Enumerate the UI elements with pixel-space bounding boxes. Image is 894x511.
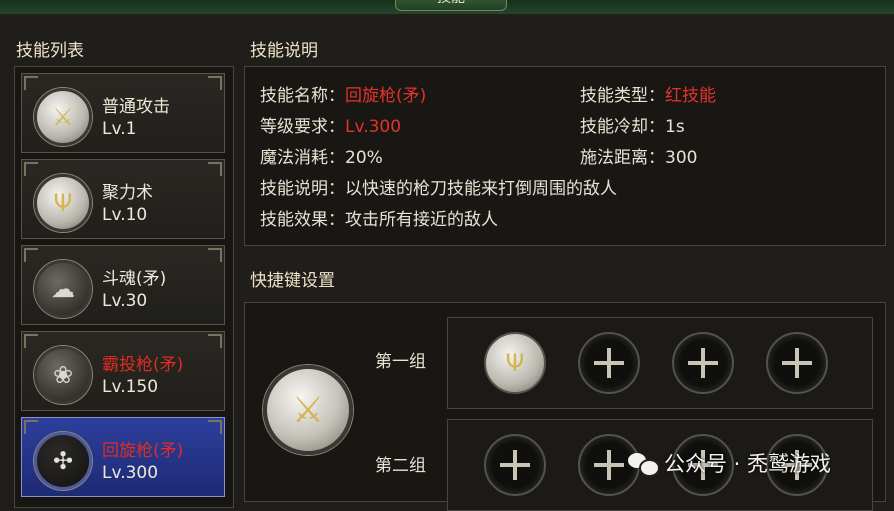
skill-level: Lv.150 <box>102 377 159 397</box>
level-req-row: 等级要求：Lv.300 <box>260 112 401 137</box>
skill-item-spear-throw[interactable]: ❀ 霸投枪(矛) Lv.150 <box>21 331 225 411</box>
shortcut-title: 快捷键设置 <box>250 271 335 291</box>
skill-name-row: 技能名称：回旋枪(矛) <box>260 81 426 106</box>
range-label: 施法距离： <box>580 148 665 168</box>
skill-detail-panel: 技能名称：回旋枪(矛) 技能类型：红技能 等级要求：Lv.300 技能冷却：1s… <box>244 66 886 246</box>
cooldown-value: 1s <box>665 117 685 137</box>
shortcut-slot-empty[interactable] <box>484 434 546 496</box>
skill-detail-title: 技能说明 <box>250 41 318 61</box>
group-1-label: 第一组 <box>375 352 426 372</box>
plus-icon <box>688 348 718 378</box>
desc-value: 以快速的枪刀技能来打倒周围的敌人 <box>345 179 617 199</box>
range-value: 300 <box>665 148 698 168</box>
skill-name: 回旋枪(矛) <box>102 441 184 461</box>
skill-level: Lv.30 <box>102 291 148 311</box>
desc-label: 技能说明： <box>260 179 345 199</box>
effect-label: 技能效果： <box>260 210 345 230</box>
skill-list-title: 技能列表 <box>16 41 84 61</box>
skill-list: ⚔ 普通攻击 Lv.1 Ψ 聚力术 Lv.10 ☁ 斗魂(矛) Lv.30 ❀ … <box>14 66 234 508</box>
effect-row: 技能效果：攻击所有接近的敌人 <box>260 205 498 230</box>
window-title: 技能 <box>395 0 507 11</box>
skill-type-value: 红技能 <box>665 86 716 106</box>
lotus-icon: ❀ <box>34 346 92 404</box>
wechat-icon <box>628 451 660 477</box>
level-req-label: 等级要求： <box>260 117 345 137</box>
wind-icon: ☁ <box>34 260 92 318</box>
power-icon: Ψ <box>34 174 92 232</box>
skill-level: Lv.10 <box>102 205 148 225</box>
skill-type-label: 技能类型： <box>580 86 665 106</box>
plus-icon <box>594 348 624 378</box>
watermark: 公众号 · 秃鹫游戏 <box>628 448 831 478</box>
skill-name: 普通攻击 <box>102 97 170 117</box>
range-row: 施法距离：300 <box>580 143 697 168</box>
skill-name: 斗魂(矛) <box>102 269 167 289</box>
mana-label: 魔法消耗： <box>260 148 345 168</box>
sword-icon[interactable]: ⚔ <box>263 365 353 455</box>
shortcut-group-1: Ψ <box>447 317 873 409</box>
shortcut-slot-empty[interactable] <box>578 332 640 394</box>
watermark-text: 公众号 · 秃鹫游戏 <box>664 452 832 476</box>
skill-level: Lv.300 <box>102 463 159 483</box>
level-req-value: Lv.300 <box>345 117 402 137</box>
skill-name-label: 技能名称： <box>260 86 345 106</box>
shortcut-slot-empty[interactable] <box>672 332 734 394</box>
plus-icon <box>782 348 812 378</box>
power-icon[interactable]: Ψ <box>484 332 546 394</box>
skill-item-normal-attack[interactable]: ⚔ 普通攻击 Lv.1 <box>21 73 225 153</box>
skill-name: 聚力术 <box>102 183 153 203</box>
skill-type-row: 技能类型：红技能 <box>580 81 716 106</box>
skill-item-whirl-spear[interactable]: ✣ 回旋枪(矛) Lv.300 <box>21 417 225 497</box>
cooldown-label: 技能冷却： <box>580 117 665 137</box>
skill-name-value: 回旋枪(矛) <box>345 86 427 106</box>
effect-value: 攻击所有接近的敌人 <box>345 210 498 230</box>
spear-whirl-icon: ✣ <box>34 432 92 490</box>
shortcut-slot-empty[interactable] <box>766 332 828 394</box>
skill-name: 霸投枪(矛) <box>102 355 184 375</box>
plus-icon <box>500 450 530 480</box>
desc-row: 技能说明：以快速的枪刀技能来打倒周围的敌人 <box>260 174 617 199</box>
skill-item-fighting-spirit[interactable]: ☁ 斗魂(矛) Lv.30 <box>21 245 225 325</box>
group-2-label: 第二组 <box>375 456 426 476</box>
plus-icon <box>594 450 624 480</box>
mana-row: 魔法消耗：20% <box>260 143 383 168</box>
sword-icon: ⚔ <box>34 88 92 146</box>
mana-value: 20% <box>345 148 383 168</box>
skill-level: Lv.1 <box>102 119 137 139</box>
skill-item-focus[interactable]: Ψ 聚力术 Lv.10 <box>21 159 225 239</box>
cooldown-row: 技能冷却：1s <box>580 112 685 137</box>
